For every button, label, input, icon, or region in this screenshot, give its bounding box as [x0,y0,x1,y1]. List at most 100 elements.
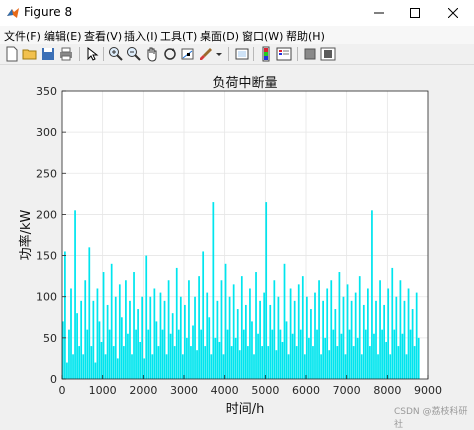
y-tick-label: 50 [43,332,57,345]
bar [350,300,353,379]
window-title: Figure 8 [24,5,73,19]
bar [190,346,192,379]
bar [218,341,221,379]
bar [253,354,255,379]
menu-view[interactable]: 查看(V) [84,28,122,44]
menu-edit[interactable]: 编辑(E) [44,28,82,44]
bar [192,325,194,379]
bar [257,333,259,379]
menu-window[interactable]: 窗口(W) [242,28,283,44]
close-button[interactable] [434,0,472,26]
bar [340,333,343,379]
bar [358,276,361,379]
bar [86,329,89,379]
bar [127,333,129,379]
bar [328,350,331,379]
bar [196,350,198,379]
pointer-icon[interactable] [84,46,100,62]
bar [293,300,296,379]
bar [118,284,121,379]
bar [139,341,141,379]
bar [141,296,144,379]
bar [76,313,78,379]
bar [413,346,416,379]
data-cursor-icon[interactable] [180,46,196,62]
toolbar-separator [103,47,104,61]
menu-bar: 文件(F) 编辑(E) 查看(V) 插入(I) 工具(T) 桌面(D) 窗口(W… [0,26,474,44]
bar [100,341,103,379]
bar [131,354,133,379]
bar [181,354,184,379]
menu-help[interactable]: 帮助(H) [286,28,325,44]
open-file-icon[interactable] [22,46,38,62]
bar [301,276,304,379]
menu-insert[interactable]: 插入(I) [124,28,158,44]
title-bar: Figure 8 [0,0,474,27]
bar [303,354,306,379]
show-plot-tools-icon[interactable] [320,46,336,62]
print-icon[interactable] [58,46,74,62]
new-figure-icon[interactable] [4,46,20,62]
minimize-button[interactable] [360,0,398,26]
bar [98,321,101,379]
insert-legend-icon[interactable] [276,46,292,62]
bar [157,346,160,379]
bar [96,288,99,379]
bar [234,337,237,379]
matlab-app-icon [7,8,19,18]
bar [242,329,245,379]
bar [381,329,383,379]
menu-file[interactable]: 文件(F) [4,28,41,44]
bar [92,300,95,379]
menu-tools[interactable]: 工具(T) [160,28,197,44]
watermark: CSDN @荔枝科研社 [394,407,468,430]
bar [212,202,215,379]
maximize-button[interactable] [396,0,434,26]
bar [308,337,310,379]
bar [70,288,72,379]
menu-desktop[interactable]: 桌面(D) [200,28,239,44]
bar [149,296,152,379]
bar [306,296,308,379]
rotate-3d-icon[interactable] [162,46,178,62]
y-tick-label: 100 [36,291,57,304]
bar [202,251,205,379]
bar [287,354,290,379]
chevron-down-icon[interactable] [214,46,224,62]
bar [344,354,347,379]
zoom-in-icon[interactable] [108,46,124,62]
bar [110,263,113,379]
zoom-out-icon[interactable] [126,46,142,62]
link-plot-icon[interactable] [234,46,250,62]
bar [206,292,209,379]
x-tick-label: 8000 [373,384,401,397]
pan-hand-icon[interactable] [144,46,160,62]
bar [367,288,369,379]
bar [348,329,351,379]
figure-canvas: 0 1000 2000 3000 4000 5000 6000 7000 8000 9000 0 5… [0,65,474,419]
bar [342,296,345,379]
bar [364,329,367,379]
bar [391,267,394,379]
bar [324,337,327,379]
x-tick-label: 0 [59,384,66,397]
hide-plot-tools-icon[interactable] [302,46,318,62]
bar [273,280,276,379]
bar [395,296,398,379]
bar [88,247,91,379]
bar [401,333,404,379]
save-icon[interactable] [40,46,56,62]
bar [167,280,170,379]
bar [145,255,148,379]
bar [84,280,87,379]
bar [255,272,257,379]
brush-icon[interactable] [198,46,214,62]
bar [165,354,168,379]
bar [411,309,414,379]
bar [326,288,329,379]
insert-colorbar-icon[interactable] [258,46,274,62]
bar [226,329,229,379]
bar [133,272,135,379]
x-tick-label: 4000 [211,384,239,397]
bar [204,346,207,379]
